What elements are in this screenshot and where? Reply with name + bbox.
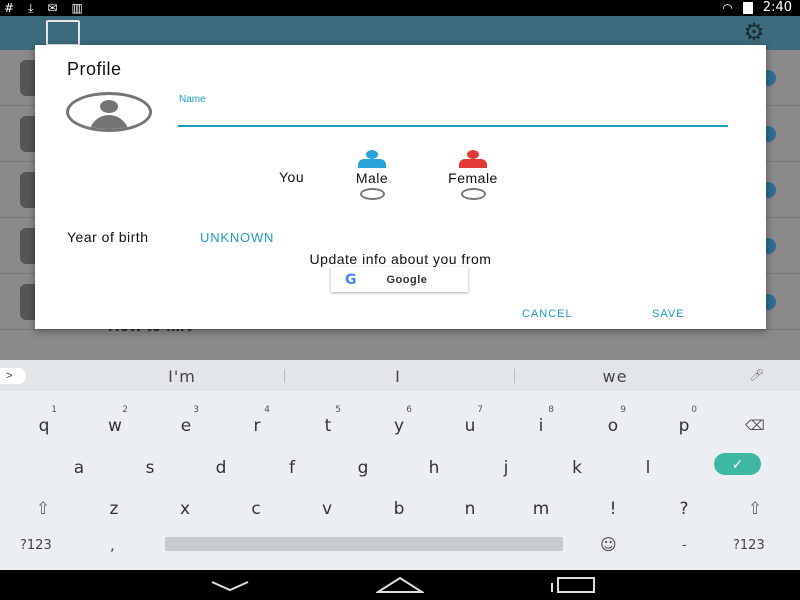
status-right: ◠ 2:40 [722,0,792,16]
battery-icon [742,2,753,14]
key-n[interactable]: n [435,488,505,528]
google-button-label: Google [386,273,428,286]
key-h[interactable]: h [399,447,469,487]
key-g[interactable]: g [328,447,398,487]
key-j[interactable]: j [471,447,541,487]
year-of-birth-value[interactable]: UNKNOWN [200,230,274,245]
key-s[interactable]: s [115,447,185,487]
mail-icon: ✉ [47,1,58,15]
symbols-key-right[interactable]: ?123 [733,538,765,553]
suggestion-bar: > I'm I we 🎤︎ [0,360,800,391]
name-label: Name [179,94,206,105]
key-x[interactable]: x [150,488,220,528]
key-m[interactable]: m [506,488,576,528]
key-a[interactable]: a [44,447,114,487]
dialog-title: Profile [67,59,122,79]
status-left-icons: # ⤓ ✉ ▥ [4,0,83,16]
spacebar[interactable] [165,537,563,551]
female-label: Female [448,170,498,186]
hash-icon: # [4,1,15,15]
shift-icon: ⇧ [35,499,51,519]
wifi-icon: ◠ [722,1,733,15]
year-of-birth-label: Year of birth [67,229,149,245]
navigation-bar [0,570,800,600]
microphone-icon[interactable]: 🎤︎ [749,368,764,384]
download-icon: ⤓ [28,1,34,15]
male-radio[interactable] [359,188,385,200]
gender-male-option[interactable]: Male [332,150,412,200]
recents-icon[interactable] [550,576,596,594]
avatar-icon[interactable] [66,92,152,132]
key-p[interactable]: 0p [649,405,719,445]
key-q[interactable]: 1q [9,405,79,445]
profile-dialog: Profile Name You Male Female Year of bir… [35,45,766,329]
suggestion-3[interactable]: we [515,367,715,386]
update-info-text: Update info about you from [309,251,492,267]
shift-key-right[interactable]: ⇧ [720,488,790,528]
key-o[interactable]: 9o [578,405,648,445]
app-logo-icon [46,20,80,46]
key-b[interactable]: b [364,488,434,528]
save-button[interactable]: SAVE [652,308,685,320]
emoji-key[interactable]: ☺ [600,535,617,554]
suggestion-1[interactable]: I'm [82,367,282,386]
status-bar: # ⤓ ✉ ▥ ◠ 2:40 [0,0,800,16]
key-r[interactable]: 4r [222,405,292,445]
suggestion-2[interactable]: I [298,367,498,386]
key-c[interactable]: c [221,488,291,528]
dash-key[interactable]: - [682,538,687,553]
you-label: You [279,169,305,185]
backspace-icon: ⌫ [745,418,765,434]
key-v[interactable]: v [292,488,362,528]
male-person-icon [357,150,387,168]
status-time: 2:40 [762,0,792,15]
key-y[interactable]: 6y [364,405,434,445]
cancel-button[interactable]: CANCEL [522,308,573,320]
female-radio[interactable] [460,188,486,200]
barcode-icon: ▥ [71,1,83,15]
expand-arrow-icon[interactable]: > [0,368,26,384]
comma-key[interactable]: , [110,536,115,554]
symbols-key-left[interactable]: ?123 [20,538,52,553]
key-w[interactable]: 2w [80,405,150,445]
female-person-icon [458,150,488,168]
name-input[interactable] [178,107,728,127]
key-i[interactable]: 8i [506,405,576,445]
enter-key[interactable]: ✓ [714,453,761,475]
google-button[interactable]: G Google [331,267,468,292]
key-d[interactable]: d [186,447,256,487]
key-l[interactable]: l [613,447,683,487]
home-icon[interactable] [374,576,426,594]
shift-icon: ⇧ [747,499,763,519]
key-e[interactable]: 3e [151,405,221,445]
gender-female-option[interactable]: Female [433,150,513,200]
settings-gear-icon: ⚙ [743,19,765,46]
google-logo-icon: G [345,271,357,288]
back-chevron-icon[interactable] [210,576,250,594]
key-f[interactable]: f [257,447,327,487]
shift-key-left[interactable]: ⇧ [8,488,78,528]
checkmark-icon: ✓ [731,456,744,472]
backspace-key[interactable]: ⌫ [720,405,790,445]
key-z[interactable]: z [79,488,149,528]
key-question[interactable]: ? [649,488,719,528]
suggestion-divider [284,369,285,383]
key-u[interactable]: 7u [435,405,505,445]
key-k[interactable]: k [542,447,612,487]
key-t[interactable]: 5t [293,405,363,445]
male-label: Male [355,170,389,186]
key-exclamation[interactable]: ! [578,488,648,528]
